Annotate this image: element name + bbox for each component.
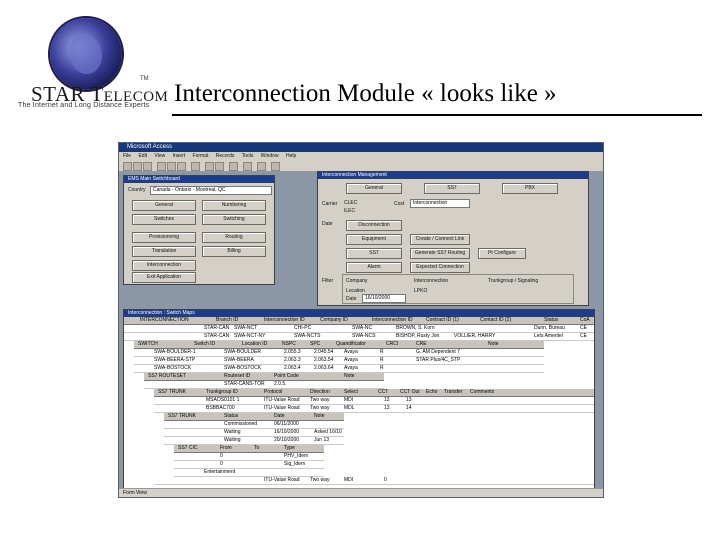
table-row[interactable]: Waiting 16/10/2000 Asked 16/10	[164, 429, 344, 437]
toolbar-new-icon[interactable]	[243, 162, 252, 171]
trunk-status-header-row: SS7 TRUNK Status Date Note	[164, 413, 344, 421]
table-row[interactable]: Waiting 20/10/2000 Jun 13	[164, 437, 344, 445]
switchboard-title: EMS Main Switchboard	[124, 176, 274, 183]
generate-ss7-routing-button[interactable]: Generate SS7 Routing	[410, 248, 470, 259]
toolbar-help-icon[interactable]	[271, 162, 280, 171]
toolbar-view-icon[interactable]	[123, 162, 132, 171]
toolbar-filter-icon[interactable]	[215, 162, 224, 171]
carrier-label: Carrier	[322, 201, 338, 207]
table-row[interactable]: STAR-CAN SWA-NCT CHI-PC SWA-NC BROWN, S.…	[124, 325, 594, 333]
interconnection-header-row: INTERCONNECTION Branch ID Interconnectio…	[124, 317, 594, 325]
switchboard-billing-button[interactable]: Billing	[202, 246, 266, 257]
table-row[interactable]: MSAOS0101 1 ITU-Value Road Two way MDI 1…	[154, 397, 594, 405]
equipment-button[interactable]: Equipment	[346, 234, 402, 245]
toolbar-print-icon[interactable]	[143, 162, 152, 171]
app-menu-bar: File Edit View Insert Format Records Too…	[119, 152, 603, 160]
tab-pbx[interactable]: PBX	[502, 183, 558, 194]
table-row[interactable]: ITU-Value Road Two way MDI 0	[154, 477, 594, 485]
filter-lpko-option[interactable]: LPKO	[414, 288, 427, 294]
interconnection-panel-title: Interconnection Management	[318, 172, 588, 179]
logo-tagline: The Internet and Long Distance Experts	[18, 102, 150, 109]
cic-header-row: SS7 CIC From To Type	[174, 445, 324, 453]
table-row[interactable]: Entertainment	[174, 469, 324, 477]
filter-date-label: Date	[346, 296, 357, 302]
table-row[interactable]: SWA-BOSTOCK SWA-BOSTOCK 2.063.4 2.063.64…	[134, 365, 544, 373]
filter-label: Filter	[322, 278, 334, 284]
app-title-bar: Microsoft Access	[119, 143, 603, 152]
switchboard-translation-button[interactable]: Translation	[132, 246, 196, 257]
cost-label: Cost	[394, 201, 405, 207]
menu-item[interactable]: Format	[193, 153, 209, 159]
menu-item[interactable]: Insert	[173, 153, 186, 159]
toolbar-delete-icon[interactable]	[257, 162, 266, 171]
table-row[interactable]: 0 PHV_Idem	[174, 453, 324, 461]
routeset-header-row: SS7 ROUTESET Routeset ID Point Code Note	[144, 373, 384, 381]
menu-item[interactable]: Tools	[242, 153, 254, 159]
switchboard-switching-button[interactable]: Switching	[202, 214, 266, 225]
menu-item[interactable]: Window	[261, 153, 279, 159]
menu-item[interactable]: Help	[286, 153, 296, 159]
switchboard-exit-button[interactable]: Exit Application	[132, 272, 196, 283]
switchboard-general-button[interactable]: General	[132, 200, 196, 211]
switchboard-provisionning-button[interactable]: Provisionning	[132, 232, 196, 243]
toolbar-sort-icon[interactable]	[205, 162, 214, 171]
table-row[interactable]: 0 Sig_Idem	[174, 461, 324, 469]
table-row[interactable]: SWA-BOULDER-1 SWA-BOULDER 2.055.3 2.045.…	[134, 349, 544, 357]
toolbar-paste-icon[interactable]	[177, 162, 186, 171]
tab-ss7[interactable]: SS7	[424, 183, 480, 194]
access-screenshot: Microsoft Access File Edit View Insert F…	[118, 142, 604, 498]
toolbar-find-icon[interactable]	[229, 162, 238, 171]
menu-item[interactable]: View	[154, 153, 165, 159]
cost-select[interactable]: Interconnection	[410, 199, 470, 208]
switchboard-switches-button[interactable]: Switches	[132, 214, 196, 225]
ss7-button[interactable]: SS7	[346, 248, 402, 259]
menu-item[interactable]: Records	[216, 153, 235, 159]
table-row[interactable]: STAR-CAN SWA-NCT-NY SWA-NCTS SWA-NCS BIS…	[124, 333, 594, 341]
globe-icon	[50, 18, 122, 90]
toolbar-save-icon[interactable]	[133, 162, 142, 171]
table-row[interactable]: Commissioned 06/11/2000	[164, 421, 344, 429]
switch-maps-window: Interconnection : Switch Maps INTERCONNE…	[123, 309, 595, 489]
toolbar-copy-icon[interactable]	[167, 162, 176, 171]
app-status-bar: Form View	[119, 488, 603, 497]
slide-title: Interconnection Module « looks like »	[174, 80, 557, 107]
switchboard-window: EMS Main Switchboard Country Canada - On…	[123, 175, 275, 285]
switch-header-row: SWITCH Switch ID Location ID NSPC SPC Qu…	[134, 341, 544, 349]
table-row[interactable]: SWA-BEERA-STP SWA-BEERA 2.063.3 2.063.54…	[134, 357, 544, 365]
country-label: Country	[128, 187, 146, 193]
star-telecom-logo: STAR TELECOM TM The Internet and Long Di…	[14, 18, 168, 113]
disconnection-button[interactable]: Disconnection	[346, 220, 402, 231]
switch-maps-title: Interconnection : Switch Maps	[124, 310, 594, 317]
filter-date-field[interactable]: 16/10/2000	[362, 294, 406, 303]
switchboard-routing-button[interactable]: Routing	[202, 232, 266, 243]
filter-company-option[interactable]: Company	[346, 278, 367, 284]
create-connect-link-button[interactable]: Create / Connect Link	[410, 234, 470, 245]
filter-trunkgroup-option[interactable]: Trunkgroup / Signaling	[488, 278, 538, 284]
toolbar-undo-icon[interactable]	[191, 162, 200, 171]
country-select[interactable]: Canada - Ontario - Montreal, QC	[150, 186, 272, 195]
table-row[interactable]: STAR-CANS-TOR 2.0.5.	[144, 381, 384, 389]
filter-interconnection-option[interactable]: Interconnection	[414, 278, 448, 284]
logo-trademark: TM	[140, 76, 149, 82]
carrier-ilec-radio[interactable]: ILEC	[344, 208, 355, 214]
date-label: Date	[322, 221, 333, 227]
expected-connection-button[interactable]: Expected Connection	[410, 262, 470, 273]
switchboard-numbering-button[interactable]: Numbering	[202, 200, 266, 211]
carrier-clec-radio[interactable]: CLEC	[344, 200, 357, 206]
switchboard-interconnection-button[interactable]: Interconnection	[132, 260, 196, 271]
toolbar-cut-icon[interactable]	[157, 162, 166, 171]
alarm-button[interactable]: Alarm	[346, 262, 402, 273]
interconnection-panel: Interconnection Management General SS7 P…	[317, 171, 589, 306]
menu-item[interactable]: File	[123, 153, 131, 159]
menu-item[interactable]: Edit	[138, 153, 147, 159]
title-underline	[172, 114, 702, 116]
table-row[interactable]: BSBBAC700 ITU-Value Road Two way MDL 13 …	[154, 405, 594, 413]
trunk-header-row: SS7 TRUNK Trunkgroup ID Protocol Directi…	[154, 389, 594, 397]
pt-configure-button[interactable]: Pt Configure	[478, 248, 526, 259]
tab-general[interactable]: General	[346, 183, 402, 194]
